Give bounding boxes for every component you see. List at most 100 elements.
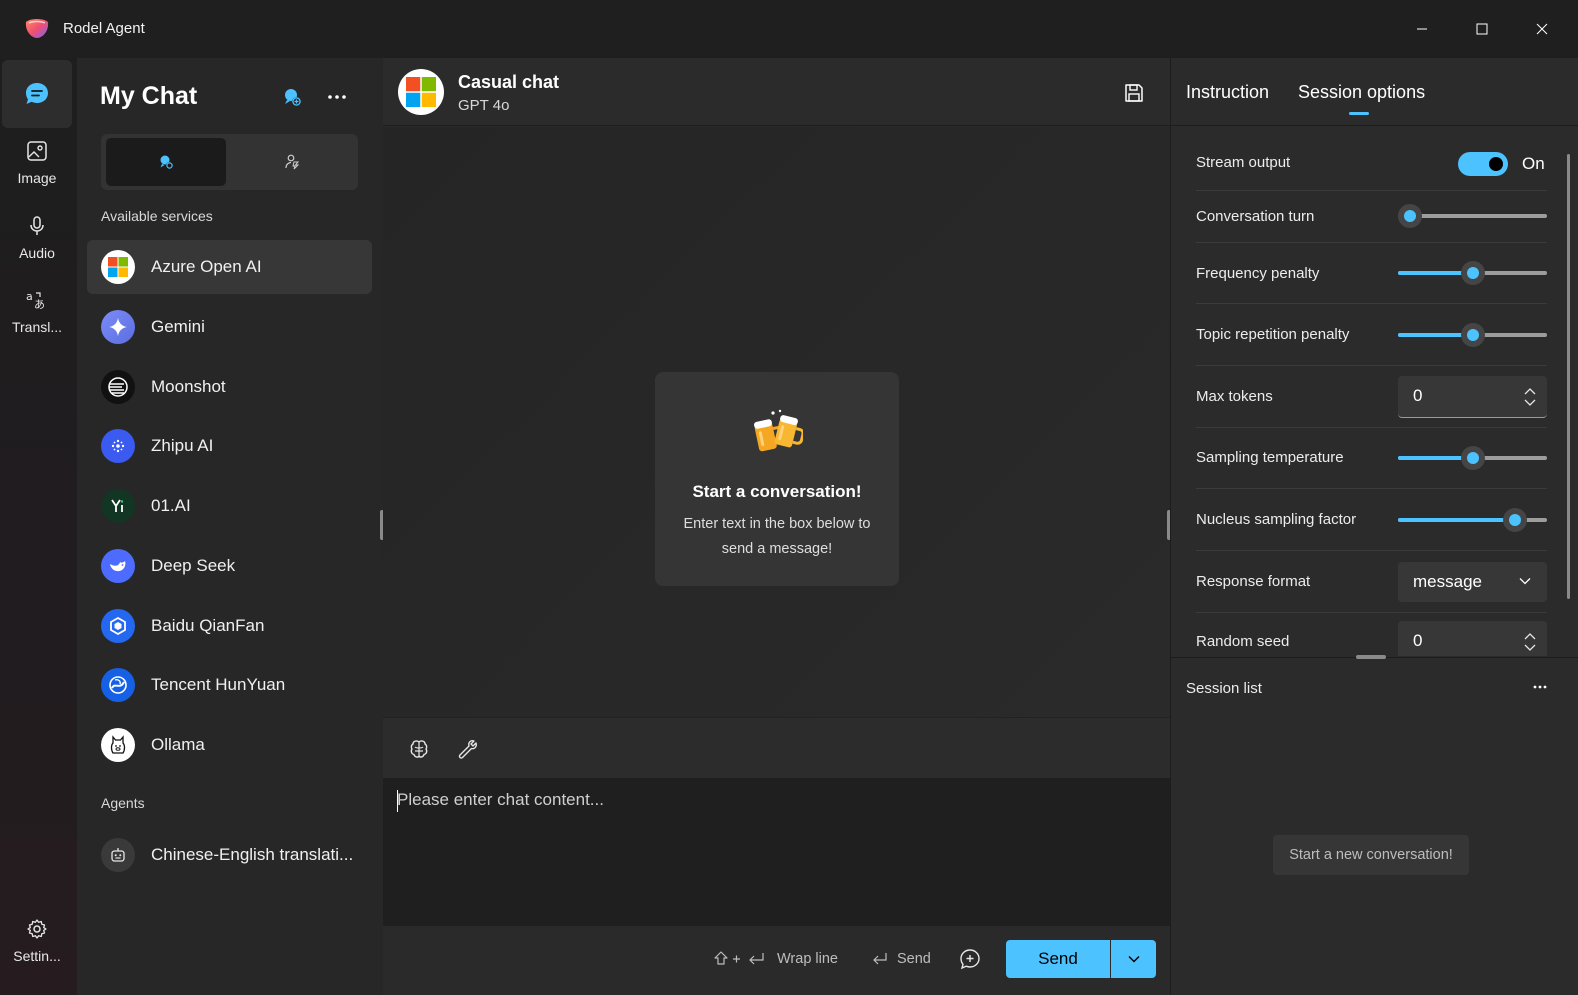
wrench-icon[interactable] (457, 738, 479, 760)
max-tokens-input[interactable]: 0 (1398, 376, 1547, 418)
shift-enter-icon (714, 951, 764, 965)
chevron-down-icon (1127, 955, 1140, 963)
deepseek-logo-icon (101, 549, 135, 583)
sampling-temperature-slider[interactable] (1398, 446, 1547, 470)
spin-updown-icon[interactable] (1523, 387, 1537, 407)
agent-label: Chinese-English translati... (151, 845, 354, 864)
session-more-button[interactable] (1529, 676, 1551, 698)
response-format-dropdown[interactable]: message (1398, 562, 1547, 602)
rail-item-audio[interactable]: Audio (2, 215, 72, 275)
slider-thumb[interactable] (1461, 446, 1485, 470)
service-item-azure[interactable]: Azure Open AI (87, 240, 372, 294)
title-bar: Rodel Agent (0, 0, 1578, 58)
topic-repetition-penalty-label: Topic repetition penalty (1196, 326, 1350, 343)
service-item-gemini[interactable]: Gemini (87, 300, 372, 354)
service-label: Ollama (151, 735, 205, 754)
service-item-tencent[interactable]: Tencent HunYuan (87, 658, 372, 712)
close-icon (1536, 23, 1548, 35)
bot-icon (101, 838, 135, 872)
new-chat-button[interactable] (280, 85, 304, 109)
maximize-button[interactable] (1452, 0, 1512, 58)
input-footer: Wrap line Send Send (383, 926, 1170, 995)
response-format-value: message (1413, 572, 1482, 591)
slider-thumb[interactable] (1503, 508, 1527, 532)
rail-label-audio: Audio (19, 245, 55, 261)
send-button[interactable]: Send (1006, 940, 1110, 978)
conversation-turn-slider[interactable] (1398, 204, 1547, 228)
new-conversation-button[interactable]: Start a new conversation! (1273, 835, 1469, 875)
rail-item-settings[interactable]: Settin... (2, 918, 72, 978)
options-panel: Instruction Session options Stream outpu… (1170, 58, 1578, 995)
row-divider (1196, 488, 1547, 489)
stream-output-toggle[interactable] (1458, 152, 1508, 176)
chat-input-area (383, 778, 1170, 926)
slider-thumb[interactable] (1398, 204, 1422, 228)
chat-title[interactable]: Casual chat (458, 72, 559, 93)
rail-label-image: Image (17, 170, 57, 186)
tab-session-options[interactable]: Session options (1298, 82, 1425, 103)
session-split-handle[interactable] (1356, 655, 1386, 659)
row-divider (1196, 550, 1547, 551)
enter-key-icon (873, 953, 887, 965)
services-mode-button[interactable] (106, 138, 226, 186)
nucleus-sampling-factor-slider[interactable] (1398, 508, 1547, 532)
microsoft-logo-icon (101, 250, 135, 284)
slider-thumb[interactable] (1461, 323, 1485, 347)
row-divider (1196, 612, 1547, 613)
chat-header: Casual chat GPT 4o (383, 58, 1170, 126)
stream-output-label: Stream output (1196, 154, 1291, 171)
tab-instruction[interactable]: Instruction (1186, 82, 1269, 103)
options-scrollbar[interactable] (1567, 154, 1570, 599)
slider-thumb[interactable] (1461, 261, 1485, 285)
rail-item-translate[interactable]: a あ Transl... (2, 289, 72, 349)
agents-mode-button[interactable] (232, 138, 352, 186)
new-topic-icon[interactable] (959, 948, 981, 970)
max-tokens-value: 0 (1413, 386, 1423, 405)
gear-icon (27, 919, 47, 939)
service-label: Moonshot (151, 377, 226, 396)
service-item-zhipu[interactable]: Zhipu AI (87, 419, 372, 473)
save-icon[interactable] (1123, 82, 1145, 104)
service-item-baidu[interactable]: Baidu QianFan (87, 599, 372, 653)
service-item-01ai[interactable]: 01.AI (87, 479, 372, 533)
more-horizontal-icon (328, 95, 346, 99)
frequency-penalty-slider[interactable] (1398, 261, 1547, 285)
empty-state-card: Start a conversation! Enter text in the … (655, 372, 899, 586)
empty-state-description: Enter text in the box below to send a me… (683, 516, 871, 557)
chat-sidebar: My Chat Available services Azure Open AI… (77, 58, 383, 995)
agent-person-icon (285, 154, 300, 170)
service-item-moonshot[interactable]: Moonshot (87, 360, 372, 414)
minimize-icon (1417, 28, 1427, 30)
available-services-label: Available services (101, 208, 213, 224)
send-hint-label: Send (897, 951, 931, 967)
rail-item-chat[interactable] (2, 60, 72, 128)
rail-label-translate: Transl... (11, 319, 63, 335)
send-options-button[interactable] (1111, 940, 1156, 978)
minimize-button[interactable] (1392, 0, 1452, 58)
rail-item-image[interactable]: Image (2, 140, 72, 200)
spin-updown-icon[interactable] (1523, 632, 1537, 652)
conversation-turn-label: Conversation turn (1196, 208, 1315, 225)
rail-label-settings: Settin... (13, 948, 61, 964)
row-divider (1196, 365, 1547, 366)
translate-icon: a あ (26, 290, 45, 311)
empty-state-title: Start a conversation! (692, 482, 862, 501)
response-format-label: Response format (1196, 573, 1311, 590)
service-label: Baidu QianFan (151, 616, 265, 635)
topic-repetition-penalty-slider[interactable] (1398, 323, 1547, 347)
sidebar-more-button[interactable] (325, 85, 349, 109)
chat-add-icon (285, 89, 301, 106)
service-label: Gemini (151, 317, 205, 336)
close-button[interactable] (1512, 0, 1572, 58)
chat-input[interactable] (397, 790, 1157, 914)
brain-icon[interactable] (408, 738, 430, 760)
slider-fill (1398, 518, 1515, 522)
service-item-deepseek[interactable]: Deep Seek (87, 539, 372, 593)
random-seed-input[interactable]: 0 (1398, 621, 1547, 656)
ollama-logo-icon (101, 728, 135, 762)
service-item-ollama[interactable]: Ollama (87, 718, 372, 772)
wrap-line-label: Wrap line (777, 951, 838, 967)
services-icon (160, 155, 173, 169)
moonshot-logo-icon (101, 370, 135, 404)
agent-item-translator[interactable]: Chinese-English translati... (87, 828, 372, 882)
